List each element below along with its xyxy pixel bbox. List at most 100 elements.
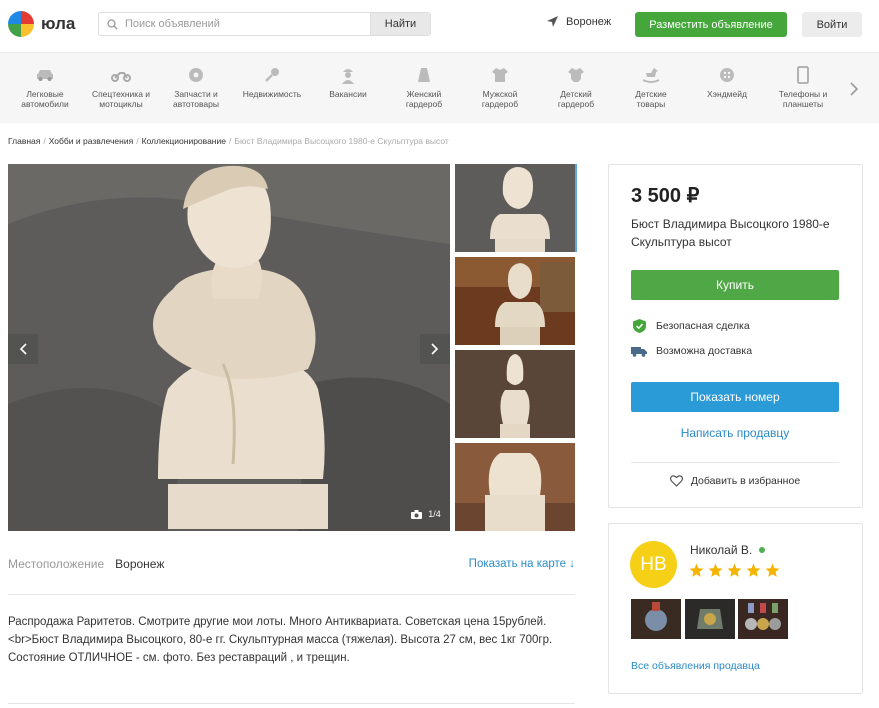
category-label: Недвижимость	[242, 89, 302, 99]
safe-deal-label: Безопасная сделка	[656, 320, 750, 332]
category-label: Легковые автомобили	[21, 89, 69, 109]
city-label: Воронеж	[566, 15, 612, 28]
logo-text: юла	[41, 14, 76, 33]
shield-check-icon	[631, 319, 647, 333]
category-cars[interactable]: Легковые автомобили	[7, 65, 83, 109]
header: юла Найти Воронеж Разместить объявление …	[0, 0, 879, 50]
location-arrow-icon	[547, 16, 558, 27]
buy-button[interactable]: Купить	[631, 270, 839, 300]
divider	[8, 703, 575, 704]
post-ad-button[interactable]: Разместить объявление	[635, 12, 787, 37]
breadcrumb-home[interactable]: Главная	[8, 136, 40, 146]
delivery-row: Возможна доставка	[631, 344, 752, 358]
all-seller-ads-link[interactable]: Все объявления продавца	[631, 660, 760, 672]
add-favorite-label: Добавить в избранное	[690, 475, 801, 487]
heart-icon	[669, 475, 683, 487]
seller-name-row[interactable]: Николай В.	[690, 543, 766, 557]
seller-name: Николай В.	[690, 543, 753, 557]
star-icon	[727, 563, 742, 577]
chevron-left-icon	[19, 343, 27, 355]
star-icon	[689, 563, 704, 577]
divider	[631, 462, 839, 463]
category-label: Запчасти и автотовары	[173, 89, 219, 109]
category-label: Телефоны и планшеты	[778, 89, 828, 109]
category-jobs[interactable]: Вакансии	[310, 65, 386, 99]
avatar[interactable]: НВ	[630, 541, 677, 588]
prev-photo-button[interactable]	[8, 334, 38, 364]
car-icon	[35, 65, 55, 85]
seller-ad-thumbnail[interactable]	[685, 599, 735, 639]
star-icon	[746, 563, 761, 577]
city-selector[interactable]: Воронеж	[546, 15, 611, 28]
logo-icon	[8, 11, 34, 37]
motorcycle-icon	[111, 65, 131, 85]
delivery-label: Возможна доставка	[656, 345, 753, 357]
category-kids-goods[interactable]: Детские товары	[613, 65, 689, 109]
photo-thumbnail-4[interactable]	[455, 443, 575, 531]
add-favorite-button[interactable]: Добавить в избранное	[631, 475, 839, 487]
category-motorcycles[interactable]: Спецтехника и мотоциклы	[83, 65, 159, 109]
worker-icon	[338, 65, 358, 85]
category-label: Женский гардероб	[405, 89, 443, 109]
bodysuit-icon	[566, 65, 586, 85]
main-photo[interactable]: 1/4	[8, 164, 450, 531]
skirt-icon	[414, 65, 434, 85]
description-paragraph-1: Распродажа Раритетов. Смотрите другие мо…	[8, 616, 547, 628]
key-icon	[262, 65, 282, 85]
online-status-icon	[759, 547, 766, 553]
category-label: Спецтехника и мотоциклы	[91, 89, 151, 109]
description-paragraph-2: <br>Бюст Владимира Высоцкого, 80-е гг. С…	[8, 634, 553, 664]
category-mens[interactable]: Мужской гардероб	[462, 65, 538, 109]
category-label: Мужской гардероб	[481, 89, 519, 109]
category-realty[interactable]: Недвижимость	[234, 65, 310, 99]
show-on-map-link[interactable]: Показать на карте ↓	[469, 558, 575, 570]
safe-deal-row: Безопасная сделка	[631, 319, 750, 333]
seller-ad-thumbnail[interactable]	[631, 599, 681, 639]
seller-ad-thumbnail[interactable]	[738, 599, 788, 639]
button-icon	[717, 65, 737, 85]
category-label: Хэндмейд	[707, 89, 747, 99]
search-button[interactable]: Найти	[370, 13, 430, 35]
login-button[interactable]: Войти	[802, 12, 862, 37]
location-row: Местоположение Воронеж Показать на карте…	[8, 557, 575, 571]
breadcrumb-collecting[interactable]: Коллекционирование	[142, 136, 226, 146]
rocking-horse-icon	[641, 65, 661, 85]
photo-thumbnail-3[interactable]	[455, 350, 575, 438]
logo[interactable]: юла	[8, 11, 75, 37]
category-handmade[interactable]: Хэндмейд	[689, 65, 765, 99]
chevron-right-icon[interactable]	[846, 79, 862, 99]
breadcrumb-hobby[interactable]: Хобби и развлечения	[49, 136, 133, 146]
category-label: Детский гардероб	[557, 89, 595, 109]
wheel-icon	[186, 65, 206, 85]
photo-counter: 1/4	[406, 504, 446, 524]
category-parts[interactable]: Запчасти и автотовары	[158, 65, 234, 109]
photo-thumbnail-1[interactable]	[455, 164, 575, 252]
shirt-icon	[490, 65, 510, 85]
listing-card: 3 500 ₽ Бюст Владимира Высоцкого 1980-е …	[608, 164, 863, 508]
listing-title: Бюст Владимира Высоцкого 1980-е Скульпту…	[631, 217, 830, 249]
photo-thumbnail-2[interactable]	[455, 257, 575, 345]
divider	[8, 594, 575, 595]
next-photo-button[interactable]	[420, 334, 450, 364]
category-label: Вакансии	[329, 89, 367, 99]
category-label: Детские товары	[635, 89, 667, 109]
show-phone-button[interactable]: Показать номер	[631, 382, 839, 412]
category-kids-clothes[interactable]: Детский гардероб	[538, 65, 614, 109]
write-seller-link[interactable]: Написать продавцу	[631, 426, 839, 440]
search-icon	[99, 13, 125, 35]
truck-icon	[631, 344, 647, 358]
price: 3 500 ₽	[631, 185, 700, 207]
seller-card: НВ Николай В. Все объявления продавца	[608, 523, 863, 694]
phone-icon	[793, 65, 813, 85]
category-womens[interactable]: Женский гардероб	[386, 65, 462, 109]
bust-photo	[8, 164, 450, 531]
search-bar: Найти	[98, 12, 431, 36]
chevron-right-icon	[431, 343, 439, 355]
photo-counter-label: 1/4	[428, 509, 441, 519]
search-input[interactable]	[125, 18, 370, 30]
category-phones[interactable]: Телефоны и планшеты	[765, 65, 841, 109]
location-value: Воронеж	[115, 557, 165, 571]
description: Распродажа Раритетов. Смотрите другие мо…	[8, 613, 575, 667]
breadcrumb: Главная / Хобби и развлечения / Коллекционир…	[8, 136, 449, 146]
star-icon	[708, 563, 723, 577]
